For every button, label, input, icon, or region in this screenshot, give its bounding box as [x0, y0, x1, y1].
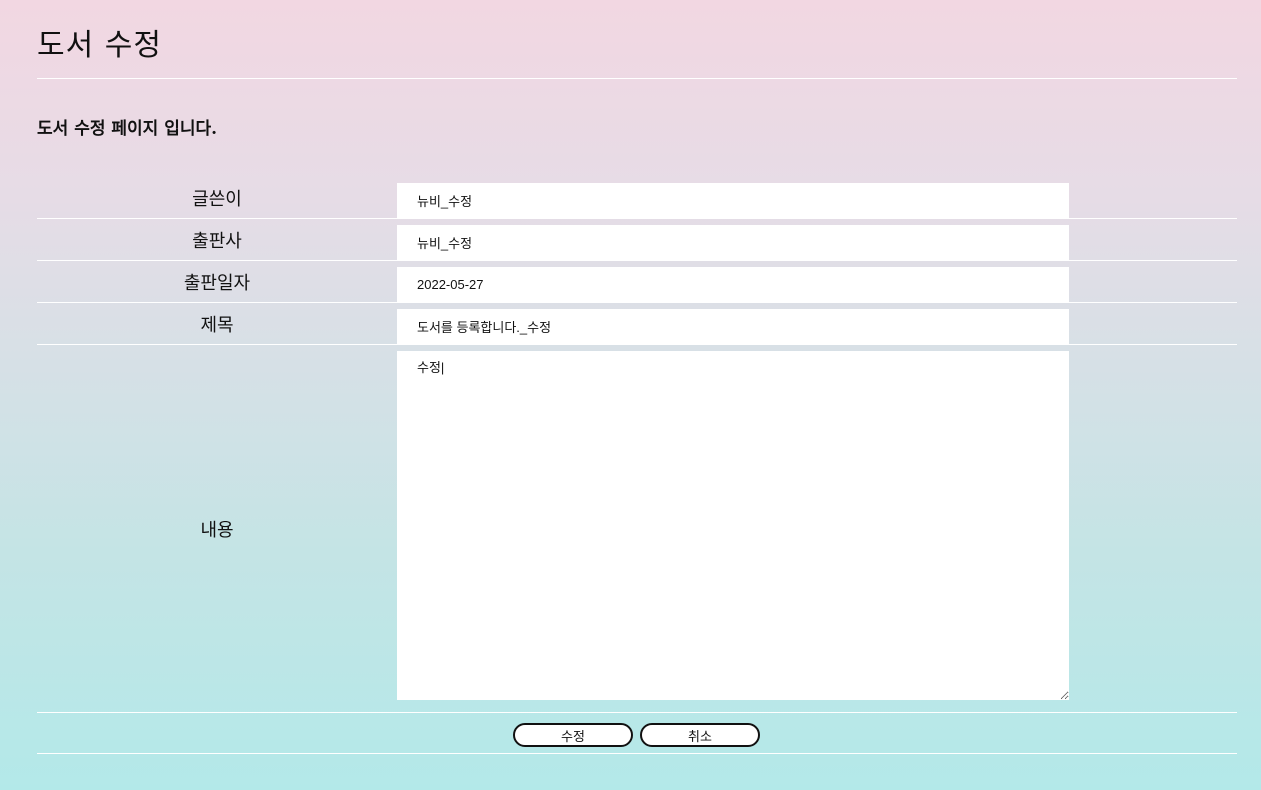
page-description: 도서 수정 페이지 입니다.: [37, 119, 218, 139]
writer-label: 글쓴이: [192, 189, 242, 210]
book-edit-form: 글쓴이 출판사 출판일자 제목 내용 수정| 수정 취소: [37, 178, 1237, 754]
book-title-input[interactable]: [397, 309, 1069, 344]
publish-date-label: 출판일자: [183, 272, 251, 294]
content-textarea[interactable]: 수정|: [397, 351, 1069, 700]
title-divider: [37, 78, 1237, 79]
publish-date-input[interactable]: [397, 267, 1069, 302]
form-row-writer: 글쓴이: [37, 178, 1237, 219]
publisher-input[interactable]: [397, 225, 1069, 260]
button-row: 수정 취소: [37, 713, 1237, 754]
book-title-label: 제목: [200, 314, 234, 336]
form-row-content: 내용 수정|: [37, 345, 1237, 713]
form-row-publish-date: 출판일자: [37, 261, 1237, 303]
content-label: 내용: [200, 519, 234, 541]
page-title: 도서 수정: [37, 28, 162, 63]
writer-input[interactable]: [397, 183, 1069, 218]
form-row-publisher: 출판사: [37, 219, 1237, 261]
form-row-title: 제목: [37, 303, 1237, 345]
submit-button[interactable]: 수정: [513, 723, 633, 747]
publisher-label: 출판사: [192, 230, 242, 252]
cancel-button[interactable]: 취소: [640, 723, 760, 747]
